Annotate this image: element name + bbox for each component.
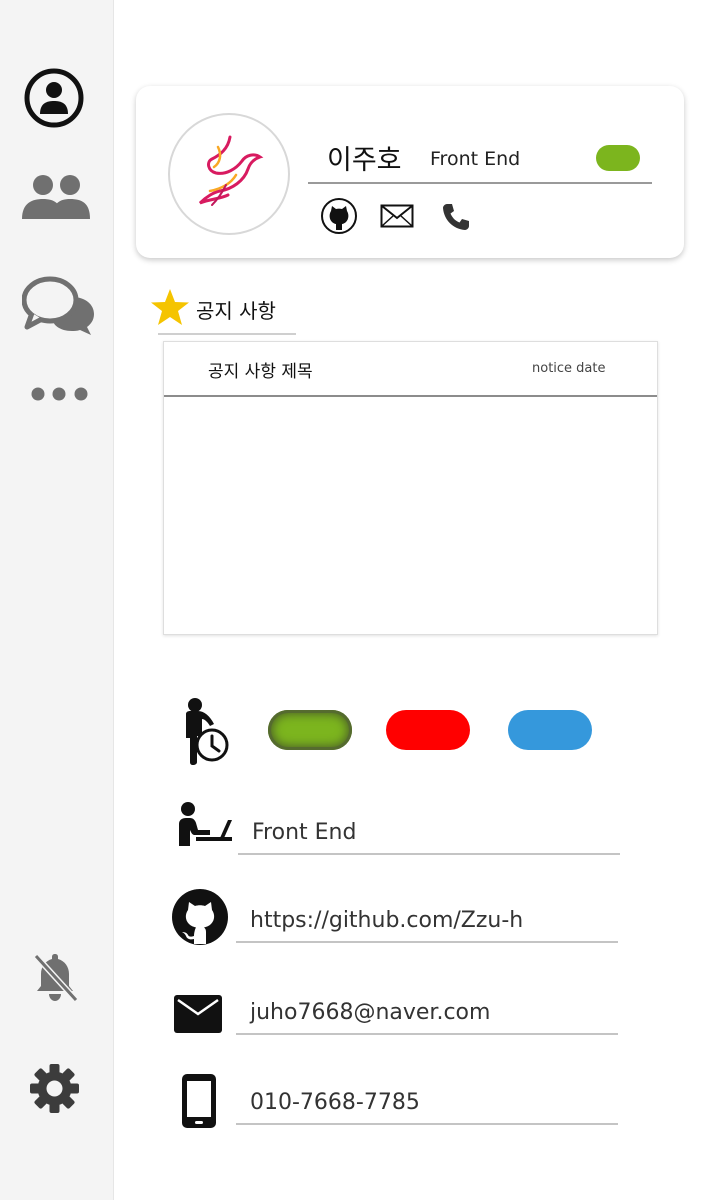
more-dots-icon[interactable] — [30, 386, 90, 402]
people-icon[interactable] — [20, 173, 92, 221]
avatar[interactable] — [168, 113, 290, 235]
github-icon — [172, 889, 228, 945]
position-field[interactable]: Front End — [238, 803, 620, 855]
profile-name: 이주호 — [327, 145, 402, 176]
mail-icon — [174, 995, 222, 1033]
notice-section-title: 공지 사항 — [151, 287, 296, 335]
phone-field[interactable]: 010-7668-7785 — [236, 1073, 618, 1125]
position-value: Front End — [252, 820, 357, 845]
notice-column-title: 공지 사항 제목 — [208, 362, 313, 382]
notice-column-date: notice date — [532, 361, 606, 376]
notice-table-header: 공지 사항 제목 notice date — [164, 342, 657, 397]
bell-off-icon[interactable] — [30, 950, 80, 1004]
email-field[interactable]: juho7668@naver.com — [236, 983, 618, 1035]
notice-list — [164, 397, 657, 634]
sidebar — [0, 0, 114, 1200]
status-option-red[interactable] — [386, 710, 470, 750]
phone-value: 010-7668-7785 — [250, 1090, 420, 1115]
profile-role: Front End — [430, 148, 521, 170]
status-option-green[interactable] — [268, 710, 352, 750]
profile-circle-icon[interactable] — [23, 67, 85, 129]
mail-icon[interactable] — [380, 204, 414, 228]
person-laptop-icon — [179, 802, 232, 846]
bird-logo-icon — [198, 135, 264, 206]
phone-icon[interactable] — [441, 202, 471, 232]
chat-bubbles-icon[interactable] — [22, 275, 96, 337]
github-field[interactable]: https://github.com/Zzu-h — [236, 891, 618, 943]
github-icon[interactable] — [320, 197, 358, 235]
star-icon — [151, 289, 189, 325]
notice-table: 공지 사항 제목 notice date — [163, 341, 658, 635]
status-indicator — [596, 145, 640, 171]
notice-heading: 공지 사항 — [196, 299, 276, 323]
name-box: 이주호 Front End — [308, 118, 652, 184]
gear-icon[interactable] — [29, 1063, 80, 1114]
github-value: https://github.com/Zzu-h — [250, 908, 524, 933]
smartphone-icon — [182, 1074, 216, 1128]
status-option-blue[interactable] — [508, 710, 592, 750]
person-clock-icon — [186, 698, 229, 765]
email-value: juho7668@naver.com — [250, 1000, 491, 1025]
